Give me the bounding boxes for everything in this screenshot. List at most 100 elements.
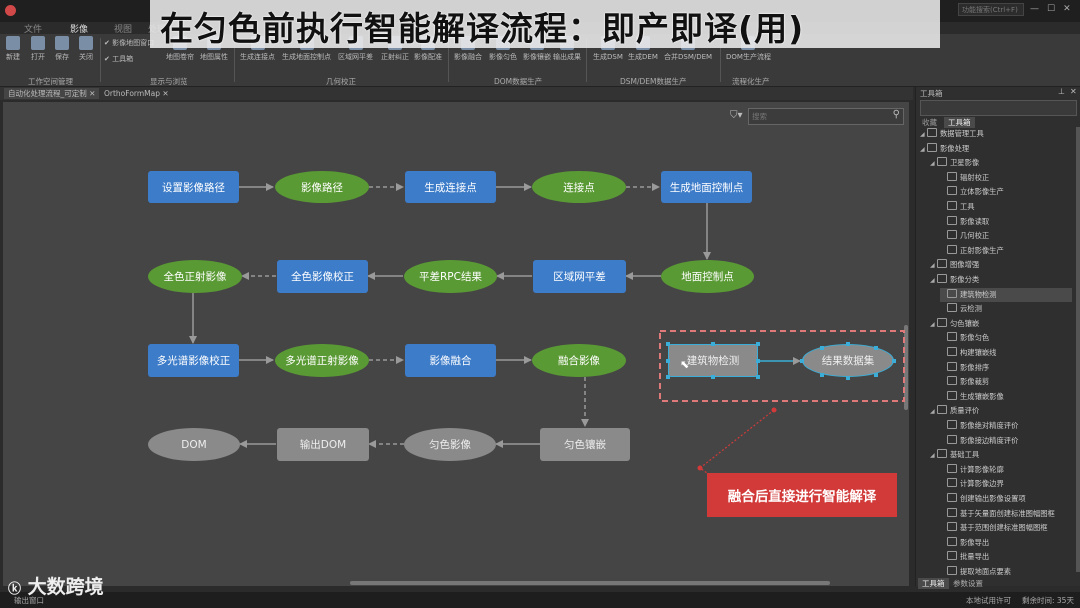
expand-arrow-icon[interactable]: ◢ [930,318,937,332]
tree-item[interactable]: 批量导出 [940,550,1072,564]
toolbox-icon [937,274,947,283]
tree-item[interactable]: 计算影像轮廓 [940,463,1072,477]
toolbox-icon [937,317,947,327]
watermark-text: 大数跨境 [27,576,104,598]
pin-icon[interactable]: ⊥ [1058,87,1065,96]
node-dom[interactable]: DOM [148,428,240,461]
tool-icon [947,201,957,210]
toolbox-panel-title: 工具箱 [920,89,943,98]
tree-item[interactable]: ◢ 数据管理工具 [920,127,1072,141]
tree-item[interactable]: 正射影像生产 [940,244,1072,258]
tree-item-label: 工具 [960,202,975,211]
tree-item[interactable]: 云检测 [940,302,1072,316]
node-balanced-image[interactable]: 匀色影像 [404,428,496,461]
tree-item-label: 影像分类 [950,275,980,284]
tree-item-label: 批量导出 [960,552,990,562]
tree-scrollbar[interactable] [1076,127,1080,572]
tree-item[interactable]: 计算影像边界 [940,477,1072,491]
tree-item[interactable]: 提取地面点要素 [940,565,1072,579]
tree-item-label: 创建输出影像设置项 [960,494,1026,503]
expand-arrow-icon[interactable]: ◢ [930,259,937,273]
expand-arrow-icon[interactable]: ◢ [920,128,927,142]
tree-item[interactable]: ◢ 影像分类 [930,273,1072,287]
tool-icon [947,244,957,254]
tree-item-label: 立体影像生产 [960,187,1004,197]
move-cursor-icon: ⬉ [680,358,690,371]
toolbox-search-input[interactable] [920,100,1077,116]
tree-item[interactable]: ◢ 卫星影像 [930,156,1072,170]
status-bar: 输出窗口 本地试用许可 剩余时间: 35天 [0,592,1080,608]
tool-icon [947,361,957,371]
tree-item[interactable]: ◢ 质量评价 [930,404,1072,418]
bottom-tab-params[interactable]: 参数设置 [953,578,983,589]
toolbox-icon [937,405,947,415]
tool-icon [947,332,957,342]
tool-icon [947,347,957,356]
tree-item-label: 生成镶嵌影像 [960,391,1004,401]
toolbox-icon [937,157,947,167]
toolbox-icon [937,259,947,269]
close-icon[interactable]: ✕ [1070,87,1077,96]
tool-icon [947,390,957,400]
tree-item[interactable]: 工具 [940,200,1072,214]
annotation-callout: 融合后直接进行智能解译 [707,473,897,517]
tree-item-label: 计算影像边界 [960,479,1004,489]
tool-icon [947,215,957,225]
tool-icon [947,288,957,298]
tool-icon [947,522,957,532]
tree-item[interactable]: 辐射校正 [940,171,1072,185]
toolbox-panel: 工具箱 ⊥ ✕ 收藏 工具箱 ◢ 数据管理工具 ◢ 影像处理 ◢ 卫星影像 辐射校正 立体影像… [915,87,1080,586]
tree-item[interactable]: ◢ 图像增强 [930,258,1072,272]
node-export-dom[interactable]: 输出DOM [277,428,369,461]
tree-item-label: 构建镶嵌线 [960,348,997,357]
tree-item[interactable]: 影像裁剪 [940,375,1072,389]
tree-item-label: 影像匀色 [960,333,990,343]
tree-item[interactable]: 基于矢量面创建标准图幅图框 [940,507,1072,521]
tree-item[interactable]: 影像导出 [940,536,1072,550]
tree-item-label: 卫星影像 [950,158,980,168]
tool-icon [947,186,957,196]
tree-item-label: 影像处理 [940,143,970,153]
tree-item-label: 影像读取 [960,216,990,226]
tree-item[interactable]: ◢ 基础工具 [930,448,1072,462]
tree-item[interactable]: ◢ 影像处理 [920,142,1072,156]
tree-item[interactable]: 生成镶嵌影像 [940,390,1072,404]
remaining-time: 剩余时间: 35天 [1022,596,1074,605]
tree-item-label: 影像绝对精度评价 [960,421,1019,430]
tree-item[interactable]: 影像匀色 [940,331,1072,345]
expand-arrow-icon[interactable]: ◢ [930,274,937,288]
tree-item[interactable]: 基于范围创建标准图幅图框 [940,521,1072,535]
tree-item[interactable]: 创建输出影像设置项 [940,492,1072,506]
toolbox-icon [927,128,937,137]
expand-arrow-icon[interactable]: ◢ [930,449,937,463]
tree-item-label: 建筑物检测 [960,289,997,299]
tree-item-label: 计算影像轮廓 [960,464,1004,474]
tree-item[interactable]: 影像绝对精度评价 [940,419,1072,433]
tree-item-label: 质量评价 [950,406,980,416]
tree-item[interactable]: 构建镶嵌线 [940,346,1072,360]
expand-arrow-icon[interactable]: ◢ [920,143,927,157]
tree-item-label: 基础工具 [950,450,980,460]
expand-arrow-icon[interactable]: ◢ [930,157,937,171]
tool-icon [947,230,957,240]
bottom-tab-toolbox[interactable]: 工具箱 [918,578,949,589]
tree-item[interactable]: 建筑物检测 [940,287,1072,302]
tree-item-label: 正射影像生产 [960,245,1004,255]
tree-item[interactable]: 影像排序 [940,361,1072,375]
node-color-mosaic[interactable]: 匀色镶嵌 [540,428,630,461]
tree-item-label: 辐射校正 [960,172,990,182]
tool-icon [947,463,957,473]
license-status: 本地试用许可 [966,596,1011,605]
tool-icon [947,566,957,575]
toolbox-icon [937,449,947,459]
tree-item-label: 影像导出 [960,537,990,547]
tree-item-label: 基于范围创建标准图幅图框 [960,523,1048,533]
tree-item[interactable]: 影像读取 [940,215,1072,229]
tree-item[interactable]: 影像接边精度评价 [940,434,1072,448]
tool-icon [947,376,957,386]
tree-item[interactable]: 几何校正 [940,229,1072,243]
tree-item[interactable]: ◢ 匀色镶嵌 [930,317,1072,331]
tree-item[interactable]: 立体影像生产 [940,185,1072,199]
tree-item-label: 几何校正 [960,231,990,241]
expand-arrow-icon[interactable]: ◢ [930,405,937,419]
